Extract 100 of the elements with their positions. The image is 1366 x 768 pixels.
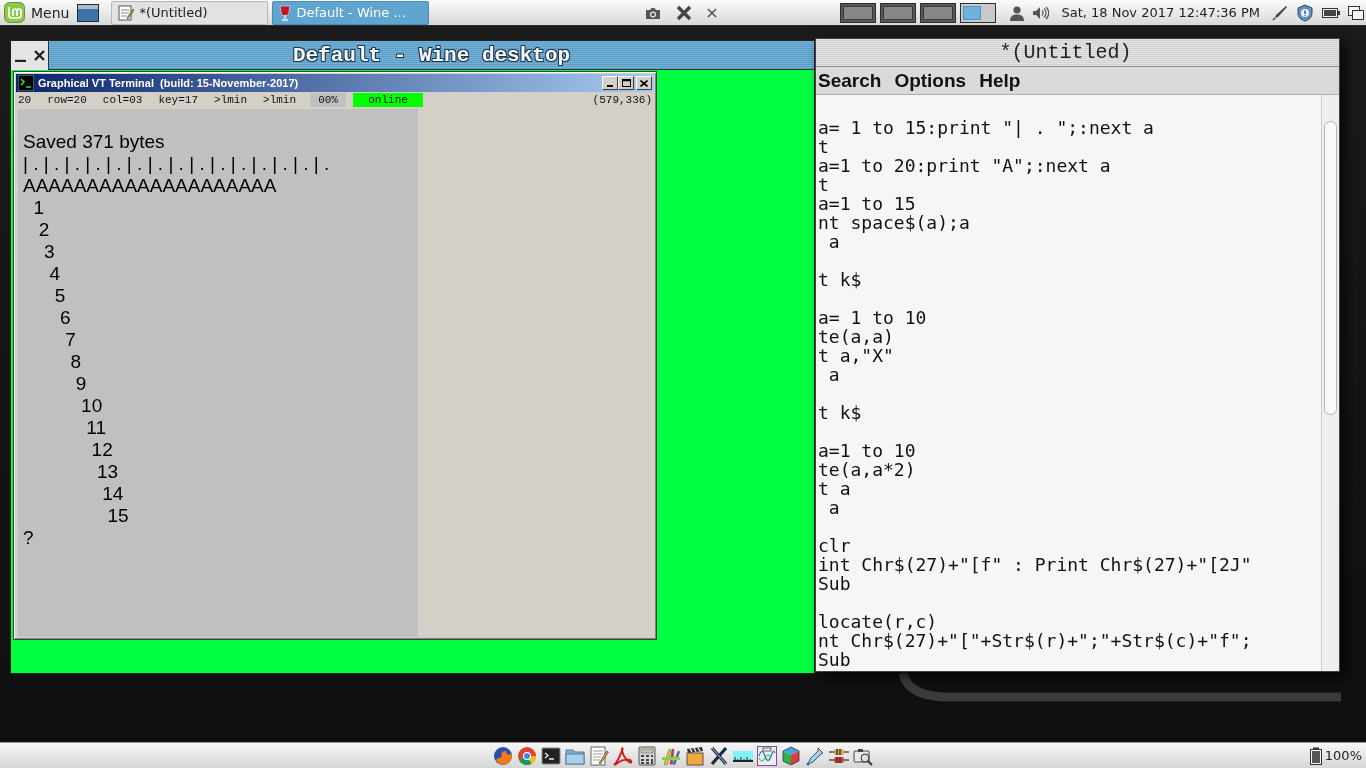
code-line: nt Chr$(27)+"["+Str$(r)+";"+Str$(c)+"f"; — [818, 631, 1253, 650]
maximize-icon — [621, 79, 631, 87]
volume-icon[interactable] — [1032, 5, 1050, 20]
minimize-button[interactable] — [602, 76, 618, 90]
battery-icon[interactable] — [1322, 6, 1340, 19]
terminal-output-line: 2 — [37, 219, 51, 241]
clock[interactable]: Sat, 18 Nov 2017 12:47:36 PM — [1061, 5, 1260, 20]
code-line: nt space$(a);a — [818, 213, 971, 232]
terminal-output-line: 1 — [32, 197, 46, 219]
terminal-output-line: 6 — [58, 307, 72, 329]
pen-icon[interactable] — [1272, 4, 1288, 21]
status-text: >lmin — [263, 93, 297, 106]
terminal-output-line: 4 — [48, 263, 61, 285]
menu-logo-icon — [4, 2, 25, 23]
percent-indicator: 00% — [310, 92, 347, 107]
browser-circle-icon[interactable] — [517, 745, 537, 766]
notepad-icon — [118, 4, 135, 21]
status-text: 20 — [18, 93, 32, 106]
terminal-output-line: Saved 371 bytes — [23, 131, 166, 153]
code-line: a= 1 to 15:print "| . ";:next a — [818, 118, 1155, 137]
show-desktop-icon[interactable] — [77, 3, 100, 22]
workspace-button[interactable] — [880, 2, 917, 23]
maximize-button[interactable] — [618, 76, 634, 90]
code-line: a= 1 to 10 — [818, 308, 928, 327]
browser-globe-icon[interactable] — [493, 745, 513, 766]
terminal-output-line: 11 — [85, 417, 108, 439]
terminal-output-line: 3 — [43, 241, 56, 263]
terminal-output-line: | . | . | . | . | . | . | . | . | . | . | . | . | . | . | . — [23, 153, 331, 175]
status-text: col=03 — [102, 93, 143, 106]
code-line: Sub — [818, 650, 851, 669]
workspace-button[interactable] — [840, 2, 877, 23]
eyedropper-icon[interactable] — [805, 745, 825, 766]
paint-tools-icon[interactable] — [661, 745, 681, 766]
terminal-output-line: 10 — [80, 395, 104, 417]
windows-stack-icon[interactable] — [1348, 5, 1364, 20]
terminal-icon[interactable] — [541, 745, 561, 766]
terminal-output-line: 14 — [101, 483, 125, 505]
battery-icon — [1309, 746, 1322, 765]
code-line: t k$ — [818, 403, 863, 422]
terminal-output-line: 13 — [95, 461, 120, 483]
code-line: a=1 to 15 — [818, 194, 917, 213]
code-line: clr — [818, 536, 852, 555]
terminal-output-line: 9 — [74, 373, 88, 395]
scrollbar-thumb[interactable] — [1324, 121, 1337, 415]
terminal-output-line: AAAAAAAAAAAAAAAAAAAA — [23, 175, 278, 197]
code-line: int Chr$(27)+"[f" : Print Chr$(27)+"[2J" — [818, 555, 1253, 574]
code-line: te(a,a) — [818, 327, 895, 346]
scrollbar-track[interactable] — [1321, 95, 1339, 671]
waveform-chart-icon[interactable] — [757, 745, 777, 766]
reader-logo-icon[interactable] — [613, 745, 633, 766]
cross-icon[interactable] — [676, 4, 692, 21]
status-text: row=20 — [47, 93, 87, 106]
terminal-output-line: 5 — [53, 285, 67, 307]
terminal-output-line: 7 — [64, 329, 77, 351]
status-indicator: online — [353, 92, 424, 107]
shield-icon[interactable] — [1296, 3, 1314, 22]
code-line: a — [827, 232, 841, 251]
terminal-output-line: ? — [23, 527, 35, 549]
menu-item[interactable]: Options — [894, 69, 967, 92]
menu-item[interactable]: Help — [979, 69, 1021, 92]
status-text: key=17 — [158, 93, 199, 106]
close-icon[interactable] — [33, 50, 45, 61]
code-line: locate(r,c) — [818, 612, 939, 631]
workspace-button[interactable] — [960, 2, 997, 23]
code-line: a — [827, 498, 841, 517]
close-button[interactable] — [636, 76, 652, 90]
text-editor-icon[interactable] — [589, 745, 609, 766]
code-line: a=1 to 10 — [818, 441, 917, 460]
clapperboard-icon[interactable] — [685, 745, 705, 766]
cube-icon[interactable] — [781, 745, 801, 766]
camera-icon[interactable] — [645, 5, 661, 20]
code-line: t a — [818, 479, 852, 498]
calculator-icon[interactable] — [637, 745, 657, 766]
battery-level: 100% — [1324, 748, 1362, 763]
status-text: >lmin — [214, 93, 248, 106]
workspace-button[interactable] — [920, 2, 957, 23]
window-title: *(Untitled) — [999, 41, 1132, 64]
user-icon[interactable] — [1010, 4, 1025, 21]
terminal-output-line: 8 — [69, 351, 83, 373]
code-line: t a,"X" — [818, 346, 895, 365]
terminal-output-line: 15 — [106, 505, 130, 527]
window-title: Default - Wine desktop — [292, 43, 571, 67]
window-title: Graphical VT Terminal (build: 15-November-2017) — [38, 77, 300, 89]
close-icon — [640, 79, 648, 87]
wine-glass-icon — [279, 4, 292, 21]
code-line: t — [818, 137, 830, 156]
code-line: t k$ — [818, 270, 863, 289]
code-line: t — [818, 175, 830, 194]
terminal-output-line: 12 — [90, 439, 114, 461]
menu-item[interactable]: Search — [818, 69, 882, 92]
cursor-coordinates: (579,336) — [592, 93, 652, 106]
code-line: Sub — [818, 574, 852, 593]
menu-button[interactable]: Menu — [4, 0, 70, 25]
x-logo-icon[interactable] — [709, 745, 729, 766]
code-editor[interactable] — [816, 95, 1321, 671]
code-line: a=1 to 20:print "A";:next a — [818, 156, 1112, 175]
code-line: a — [827, 365, 841, 384]
taskbar-button[interactable]: *(Untitled) — [111, 0, 269, 25]
code-line: te(a,a*2) — [818, 460, 917, 479]
close-icon[interactable] — [707, 7, 717, 18]
